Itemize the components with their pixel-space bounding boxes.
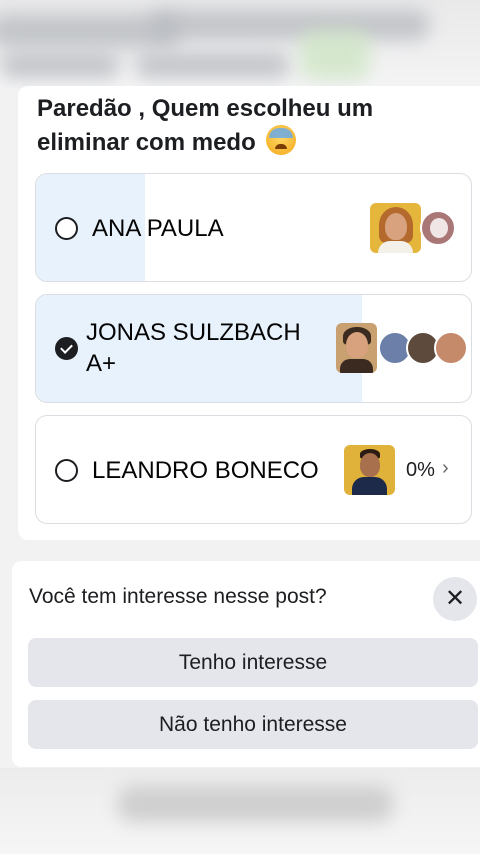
anxious-face-emoji-icon [266,125,297,155]
close-icon[interactable]: ✕ [433,577,477,621]
not-interested-button[interactable]: Não tenho interesse [28,700,478,749]
voter-avatar[interactable] [344,445,395,495]
post-title: Paredão , Quem escolheu um eliminar com … [37,92,457,159]
option-label: JONAS SULZBACH A+ [86,319,301,377]
interested-button[interactable]: Tenho interesse [28,638,478,687]
option-label: LEANDRO BONECO [92,457,319,484]
poll-option-ana-paula[interactable]: ANA PAULA [35,173,472,282]
chevron-right-icon[interactable]: › [442,457,449,480]
poll-option-leandro-boneco[interactable]: LEANDRO BONECO 0% › [35,415,472,524]
interest-question: Você tem interesse nesse post? [29,585,327,608]
radio-unchecked-icon[interactable] [55,459,78,482]
voter-avatar[interactable] [336,323,377,373]
option-label: ANA PAULA [92,215,224,242]
vote-percentage: 0% [406,459,435,481]
radio-checked-icon[interactable] [55,337,78,360]
voter-avatar[interactable] [420,210,456,246]
voter-avatar[interactable] [370,203,421,253]
voter-avatar[interactable] [434,331,468,365]
post-question-text: Paredão , Quem escolheu um eliminar com … [37,95,374,156]
blurred-bottom-content [0,768,480,854]
blurred-post-header [0,0,480,88]
poll-option-jonas-sulzbach[interactable]: JONAS SULZBACH A+ [35,294,472,403]
radio-unchecked-icon[interactable] [55,217,78,240]
